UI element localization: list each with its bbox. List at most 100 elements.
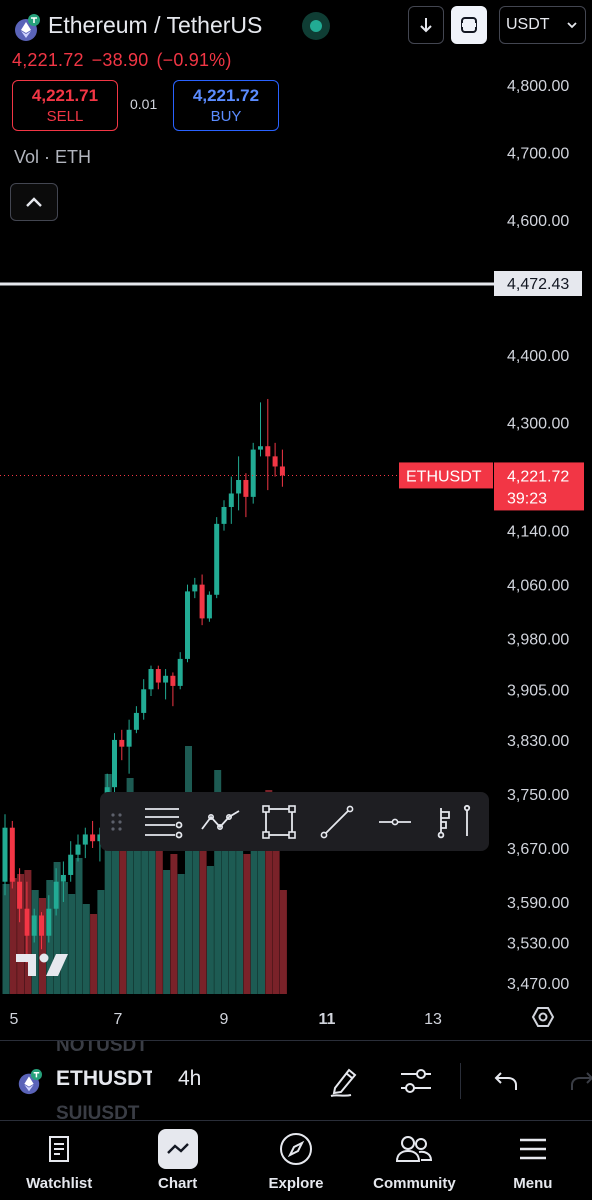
date-tick-label: 13 bbox=[424, 1011, 442, 1028]
nav-chart[interactable]: Chart bbox=[118, 1121, 236, 1200]
candle-body bbox=[265, 446, 271, 457]
price-tick-label: 4,600.00 bbox=[507, 213, 569, 230]
candle-body bbox=[250, 449, 256, 497]
watchlist-icon bbox=[39, 1129, 79, 1169]
grip-icon[interactable] bbox=[100, 792, 134, 851]
horizontal-line-icon[interactable] bbox=[366, 792, 424, 851]
candle-body bbox=[272, 456, 278, 467]
buy-price: 4,221.72 bbox=[192, 86, 260, 105]
long-position-icon[interactable] bbox=[424, 792, 482, 851]
svg-text:4,472.43: 4,472.43 bbox=[507, 276, 569, 293]
pattern-icon[interactable] bbox=[192, 792, 250, 851]
candle-body bbox=[119, 739, 125, 747]
nav-label: Menu bbox=[513, 1175, 553, 1192]
market-open-indicator[interactable] bbox=[302, 12, 330, 40]
price-tick-label: 4,140.00 bbox=[507, 524, 569, 541]
last-price-tag: ETHUSDT 4,221.72 39:23 bbox=[399, 462, 584, 511]
candle-body bbox=[60, 874, 66, 882]
compass-icon bbox=[276, 1129, 316, 1169]
nav-community[interactable]: Community bbox=[355, 1121, 473, 1200]
candle-body bbox=[206, 594, 212, 619]
collapse-legend-button[interactable] bbox=[10, 183, 58, 221]
undo-icon bbox=[494, 1072, 517, 1090]
drawing-toolbar bbox=[100, 792, 489, 851]
volume-bar bbox=[75, 858, 83, 994]
volume-bar bbox=[133, 830, 141, 994]
interval-button[interactable]: 4h bbox=[178, 1067, 201, 1091]
volume-bar bbox=[9, 878, 17, 994]
hamburger-icon bbox=[513, 1129, 553, 1169]
undo-button[interactable] bbox=[486, 1061, 526, 1101]
candle-body bbox=[133, 712, 139, 730]
volume-bar bbox=[60, 882, 68, 994]
price-change-percent: (−0.91%) bbox=[156, 50, 232, 70]
date-axis[interactable]: 5 7 9 11 13 bbox=[10, 1011, 442, 1028]
watchlist-peek-prev: NOTUSDT bbox=[56, 1040, 148, 1056]
date-tick-label: 5 bbox=[10, 1011, 19, 1028]
ethereum-icon bbox=[15, 14, 40, 41]
drawing-tools-button[interactable] bbox=[324, 1061, 364, 1101]
volume-bar bbox=[46, 880, 54, 994]
date-tick-label: 9 bbox=[220, 1011, 229, 1028]
candle-body bbox=[170, 675, 176, 686]
bracket-square-icon bbox=[461, 17, 477, 33]
indicators-settings-button[interactable] bbox=[396, 1061, 436, 1101]
rectangle-icon[interactable] bbox=[250, 792, 308, 851]
volume-indicator-label[interactable]: Vol · ETH bbox=[14, 147, 91, 168]
candle-body bbox=[221, 506, 227, 524]
buy-button[interactable]: 4,221.72 BUY bbox=[173, 80, 279, 131]
currency-value: USDT bbox=[506, 16, 550, 33]
nav-watchlist[interactable]: Watchlist bbox=[0, 1121, 118, 1200]
volume-bar bbox=[97, 890, 105, 994]
price-tick-label: 3,670.00 bbox=[507, 841, 569, 858]
download-button[interactable] bbox=[408, 6, 444, 44]
hline-price-label: 4,472.43 bbox=[494, 271, 582, 296]
nav-label: Community bbox=[373, 1175, 456, 1192]
sell-button[interactable]: 4,221.71 SELL bbox=[12, 80, 118, 131]
candle-body bbox=[126, 729, 132, 747]
price-tick-label: 3,905.00 bbox=[507, 682, 569, 699]
arrow-down-icon bbox=[420, 18, 432, 33]
currency-select[interactable]: USDT bbox=[499, 6, 586, 44]
volume-bar bbox=[279, 890, 287, 994]
advanced-chart-button[interactable] bbox=[451, 6, 487, 44]
nav-menu[interactable]: Menu bbox=[474, 1121, 592, 1200]
candle-body bbox=[155, 669, 161, 683]
candle-body bbox=[68, 854, 74, 875]
price-axis[interactable]: 4,800.004,700.004,600.004,500.004,400.00… bbox=[507, 78, 569, 993]
nav-label: Watchlist bbox=[26, 1175, 93, 1192]
community-icon bbox=[394, 1129, 434, 1169]
volume-bar bbox=[39, 898, 46, 994]
redo-button[interactable] bbox=[562, 1061, 592, 1101]
volume-bar bbox=[90, 914, 98, 994]
candle-body bbox=[177, 658, 183, 686]
svg-text:39:23: 39:23 bbox=[507, 490, 547, 507]
ethereum-icon bbox=[18, 1069, 42, 1095]
chart-settings-icon[interactable] bbox=[531, 1007, 555, 1027]
bottom-navigation: Watchlist Chart Explore Community Menu bbox=[0, 1120, 592, 1200]
trend-line-icon[interactable] bbox=[308, 792, 366, 851]
candle-body bbox=[192, 584, 198, 592]
candle-body bbox=[24, 908, 30, 936]
candle-body bbox=[82, 834, 88, 845]
watchlist-peek-next: SUIUSDT bbox=[56, 1103, 140, 1120]
fib-lines-icon[interactable] bbox=[134, 792, 192, 851]
price-tick-label: 3,530.00 bbox=[507, 935, 569, 952]
volume-bar bbox=[243, 854, 251, 994]
candle-body bbox=[112, 739, 117, 788]
candle-body bbox=[75, 844, 81, 855]
candle-body bbox=[236, 479, 242, 494]
nav-explore[interactable]: Explore bbox=[237, 1121, 355, 1200]
candle-body bbox=[31, 915, 37, 936]
candle-body bbox=[279, 466, 285, 476]
candle-body bbox=[185, 591, 190, 659]
candle-body bbox=[46, 908, 52, 936]
sell-label: SELL bbox=[46, 108, 84, 125]
symbol-switcher[interactable]: ETHUSDT bbox=[56, 1067, 152, 1091]
buy-label: BUY bbox=[210, 108, 242, 125]
candle-body bbox=[9, 827, 15, 882]
svg-text:ETHUSDT: ETHUSDT bbox=[406, 468, 482, 485]
redo-icon bbox=[571, 1072, 592, 1090]
symbol-title[interactable]: Ethereum / TetherUS bbox=[48, 12, 262, 39]
volume-bar bbox=[185, 746, 192, 994]
